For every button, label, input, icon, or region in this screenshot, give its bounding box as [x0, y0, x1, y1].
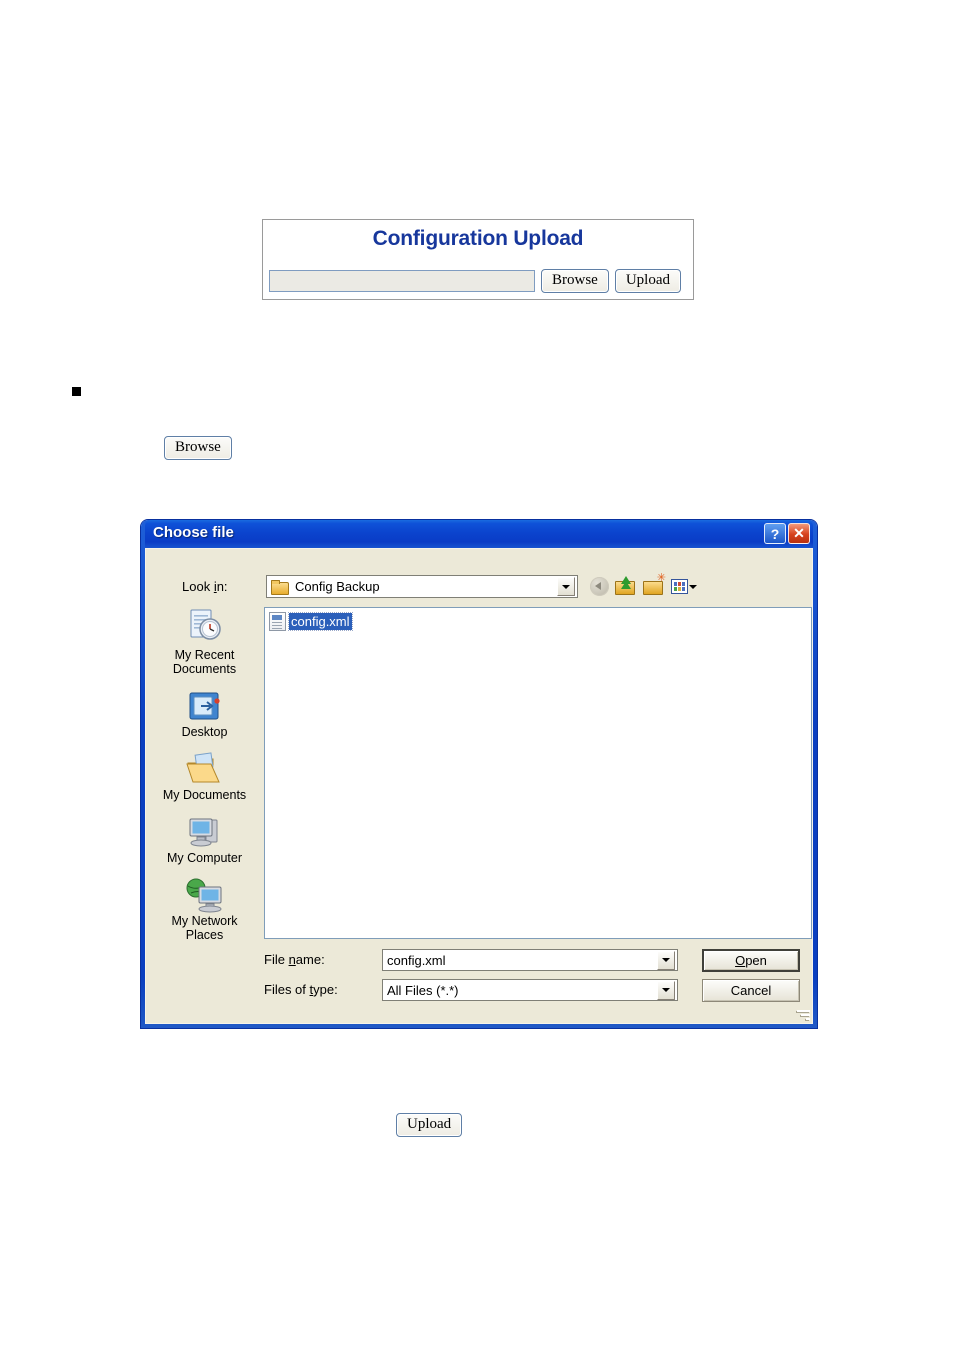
chevron-down-icon[interactable]: [657, 950, 675, 970]
files-of-type-value: All Files (*.*): [387, 982, 459, 998]
open-button-key: O: [735, 953, 746, 968]
list-item[interactable]: config.xml: [269, 611, 353, 631]
file-name-label-key: n: [288, 952, 296, 967]
views-button[interactable]: [671, 579, 697, 594]
new-folder-icon[interactable]: [643, 573, 666, 597]
xml-file-icon: [269, 611, 286, 631]
place-label: My Computer: [166, 851, 243, 865]
dialog-title: Choose file: [153, 524, 234, 541]
up-one-level-icon[interactable]: [615, 576, 637, 597]
file-path-input[interactable]: [269, 270, 535, 292]
bullet-marker: [72, 387, 81, 396]
place-label: My Documents: [162, 788, 247, 802]
choose-file-dialog: Choose file ? ✕ Look in: Config Backup ✳…: [141, 520, 817, 1028]
folder-icon: [271, 579, 289, 595]
upload-button-illustration[interactable]: Upload: [396, 1113, 463, 1137]
place-item-desktop[interactable]: Desktop: [152, 684, 257, 739]
dialog-titlebar[interactable]: Choose file ? ✕: [145, 520, 813, 548]
look-in-value: Config Backup: [295, 579, 380, 594]
place-item-recent-documents[interactable]: My Recent Documents: [152, 607, 257, 676]
my-network-places-icon: [152, 873, 257, 913]
file-name-label: config.xml: [288, 611, 353, 631]
page-title: Configuration Upload: [372, 227, 584, 250]
file-name-label-pre: File: [264, 952, 289, 967]
place-label: Desktop: [181, 725, 228, 739]
my-documents-icon: [152, 747, 257, 787]
look-in-label-pre: Look: [182, 579, 214, 594]
file-name-combobox[interactable]: config.xml: [382, 949, 678, 971]
file-name-label-text: File name:: [264, 952, 325, 967]
files-of-type-combobox[interactable]: All Files (*.*): [382, 979, 678, 1001]
place-item-my-computer[interactable]: My Computer: [152, 810, 257, 865]
place-item-my-documents[interactable]: My Documents: [152, 747, 257, 802]
recent-documents-icon: [152, 607, 257, 647]
places-bar: My Recent Documents Desktop My Documents…: [152, 607, 257, 950]
close-icon[interactable]: ✕: [788, 523, 810, 544]
place-label: My Recent Documents: [172, 648, 237, 676]
chevron-down-icon[interactable]: [689, 584, 697, 589]
upload-button[interactable]: Upload: [614, 269, 681, 293]
dialog-toolbar: [590, 573, 697, 597]
chevron-down-icon[interactable]: [657, 980, 675, 1000]
titlebar-buttons: ? ✕: [764, 523, 810, 544]
file-name-label-post: ame:: [295, 952, 325, 967]
look-in-label-post: n:: [216, 579, 228, 594]
desktop-icon: [152, 684, 257, 724]
upload-form-row: Browse Upload: [269, 269, 681, 293]
configuration-upload-panel: Configuration Upload Browse Upload: [262, 219, 694, 300]
look-in-label: Look in:: [182, 579, 228, 594]
help-icon[interactable]: ?: [764, 523, 786, 544]
open-button-rest: pen: [745, 953, 767, 968]
files-of-type-label-pre: Files of: [264, 982, 310, 997]
cancel-button[interactable]: Cancel: [702, 979, 800, 1002]
place-label: My Network Places: [171, 914, 238, 942]
files-of-type-label-text: Files of type:: [264, 982, 338, 997]
file-name-value: config.xml: [387, 952, 446, 968]
views-icon: [671, 579, 688, 594]
resize-grip[interactable]: [796, 1007, 810, 1021]
browse-button-illustration[interactable]: Browse: [164, 436, 232, 460]
chevron-down-icon[interactable]: [557, 577, 575, 596]
open-button[interactable]: Open: [702, 949, 800, 972]
place-item-my-network-places[interactable]: My Network Places: [152, 873, 257, 942]
browse-button[interactable]: Browse: [541, 269, 609, 293]
look-in-row: Look in: Config Backup: [146, 573, 812, 599]
my-computer-icon: [152, 810, 257, 850]
back-icon[interactable]: [590, 577, 609, 596]
dialog-body: Look in: Config Backup ✳ My Recent Docum…: [145, 548, 813, 1024]
file-list-view[interactable]: config.xml: [264, 607, 812, 939]
look-in-combobox[interactable]: Config Backup: [266, 575, 578, 598]
files-of-type-label-post: ype:: [313, 982, 338, 997]
